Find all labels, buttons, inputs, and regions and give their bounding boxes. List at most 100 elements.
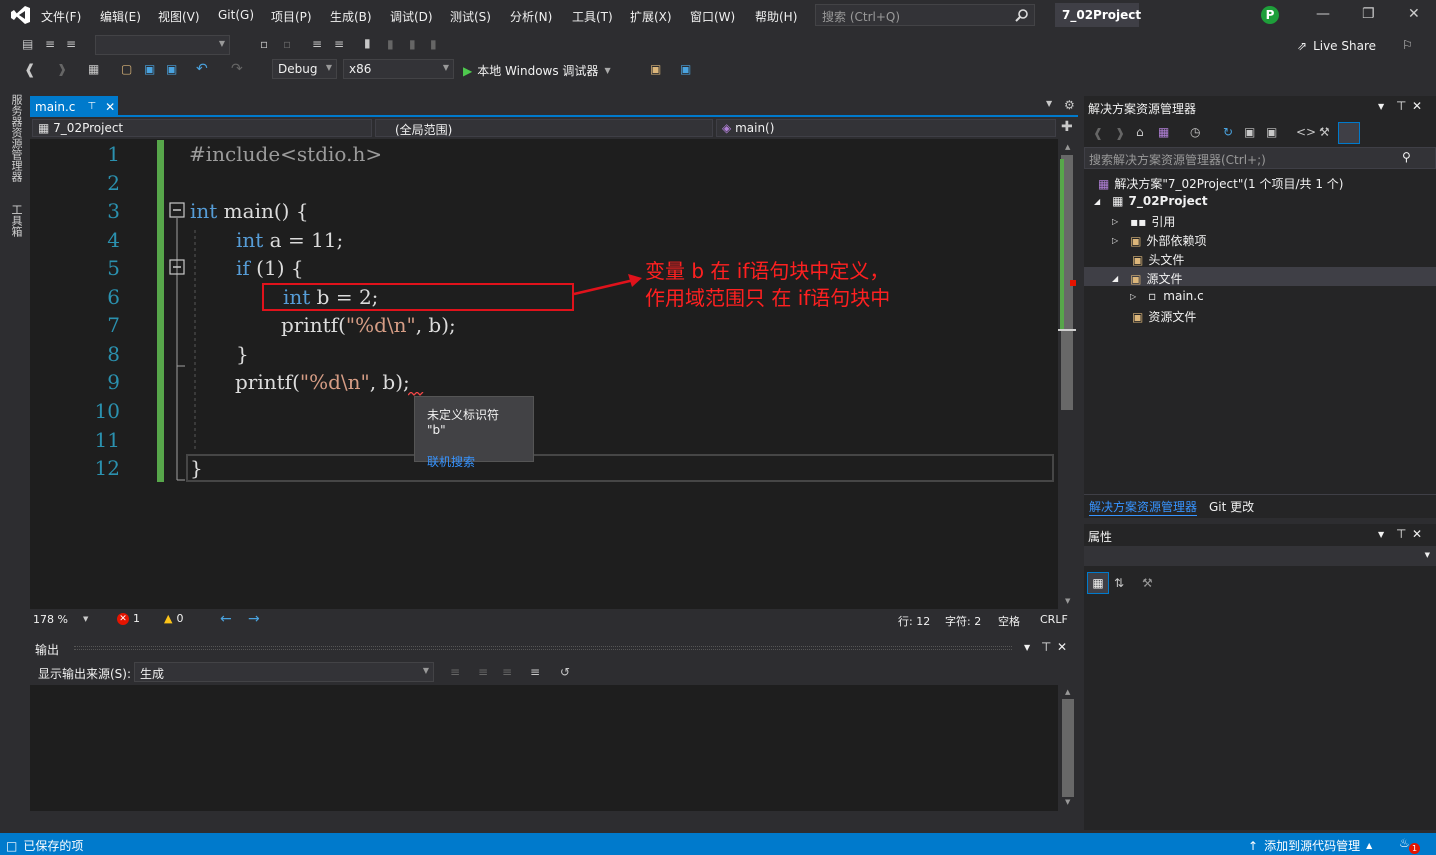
search-input[interactable]: 搜索 (Ctrl+Q) — [815, 4, 1035, 26]
menu-test[interactable]: 测试(S) — [450, 8, 491, 25]
back-icon[interactable]: ❰ — [24, 62, 36, 78]
view-code-icon[interactable]: <> — [1296, 125, 1316, 139]
format-icon[interactable]: ≡ — [45, 37, 55, 51]
previous-issue-icon[interactable]: ← — [220, 611, 232, 627]
props-close-icon[interactable]: ✕ — [1412, 527, 1422, 541]
outdent-icon[interactable]: ≡ — [312, 37, 322, 51]
indent-more-icon[interactable]: ≡ — [334, 37, 344, 51]
open-folder-icon[interactable]: ▢ — [121, 62, 132, 76]
collapse-all-icon[interactable]: ▣ — [1244, 125, 1255, 139]
menu-view[interactable]: 视图(V) — [158, 8, 200, 25]
char-position[interactable]: 字符: 2 — [945, 613, 981, 629]
clear-all-icon[interactable]: ≡ — [530, 665, 540, 679]
comment-icon[interactable]: ▫ — [260, 37, 268, 51]
configuration-select[interactable]: Debug ▼ — [272, 59, 337, 79]
line-ending[interactable]: CRLF — [1040, 613, 1068, 626]
word-wrap-icon[interactable]: ↺ — [560, 665, 570, 679]
project-nav-combo[interactable]: ▦ 7_02Project — [32, 119, 372, 137]
tree-item-external-deps[interactable]: ▷ ▣ 外部依赖项 — [1112, 232, 1207, 249]
menu-extensions[interactable]: 扩展(X) — [630, 8, 672, 25]
add-to-source-control-button[interactable]: ↑ 添加到源代码管理 ▲ — [1248, 837, 1372, 854]
restore-icon[interactable]: ❐ — [1362, 6, 1375, 22]
error-count[interactable]: ✕ 1 — [117, 612, 140, 625]
output-scroll-up-icon[interactable]: ▲ — [1065, 688, 1070, 696]
switch-views-icon[interactable]: ▦ — [1158, 125, 1169, 139]
output-scroll-thumb[interactable] — [1062, 699, 1074, 797]
tab-settings-icon[interactable]: ⚙ — [1064, 98, 1075, 112]
tab-solution-explorer[interactable]: 解决方案资源管理器 — [1089, 498, 1198, 516]
account-avatar[interactable]: P — [1261, 6, 1279, 24]
se-menu-icon[interactable]: ▼ — [1378, 102, 1384, 111]
toolbox-tab[interactable]: 工具箱 — [8, 204, 24, 237]
function-nav-combo[interactable]: ◈ main() — [716, 119, 1056, 137]
bookmark-next-icon[interactable]: ▮ — [409, 37, 416, 51]
props-object-select[interactable]: ▼ — [1084, 546, 1436, 566]
find-message-icon[interactable]: ≡ — [450, 665, 460, 679]
pin-icon[interactable]: ⊤ — [87, 101, 96, 112]
bookmark-prev-icon[interactable]: ▮ — [387, 37, 394, 51]
zoom-dropdown-icon[interactable]: ▼ — [83, 615, 88, 623]
close-icon[interactable]: ✕ — [1408, 6, 1420, 22]
categorized-icon[interactable]: ▦ — [1087, 572, 1109, 594]
split-add-icon[interactable]: ✚ — [1061, 119, 1073, 135]
tab-main-c[interactable]: main.c ⊤ ✕ — [30, 96, 118, 117]
minimize-icon[interactable]: — — [1316, 6, 1330, 22]
next-issue-icon[interactable]: → — [248, 611, 260, 627]
sync-icon[interactable]: ↻ — [1223, 125, 1233, 139]
output-scroll-down-icon[interactable]: ▼ — [1065, 798, 1070, 806]
menu-file[interactable]: 文件(F) — [41, 8, 81, 25]
bookmark-icon[interactable]: ▮ — [364, 36, 371, 50]
search-icon[interactable] — [1015, 8, 1029, 22]
output-close-icon[interactable]: ✕ — [1057, 640, 1067, 654]
scroll-down-icon[interactable]: ▼ — [1065, 597, 1070, 605]
output-menu-icon[interactable]: ▼ — [1024, 643, 1030, 652]
scroll-up-icon[interactable]: ▲ — [1065, 143, 1070, 151]
server-explorer-tab[interactable]: 服务器资源管理器 — [8, 94, 24, 182]
new-project-icon[interactable]: ▦ — [88, 62, 99, 76]
save-all-icon[interactable]: ▣ — [166, 62, 177, 76]
home-icon[interactable]: ⌂ — [1136, 125, 1144, 139]
run-debugger-button[interactable]: ▶ 本地 Windows 调试器 ▼ — [463, 62, 611, 79]
se-close-icon[interactable]: ✕ — [1412, 99, 1422, 113]
alphabetical-icon[interactable]: ⇅ — [1114, 576, 1124, 590]
menu-project[interactable]: 项目(P) — [271, 8, 312, 25]
menu-edit[interactable]: 编辑(E) — [100, 8, 141, 25]
tree-item-resource-files[interactable]: ▣ 资源文件 — [1132, 308, 1196, 325]
menu-tools[interactable]: 工具(T) — [572, 8, 613, 25]
tree-item-header-files[interactable]: ▣ 头文件 — [1132, 251, 1184, 268]
tree-item-source-files[interactable]: ◢ ▣ 源文件 — [1112, 270, 1183, 287]
redo-icon[interactable]: ↷ — [231, 61, 243, 77]
menu-build[interactable]: 生成(B) — [330, 8, 372, 25]
pending-changes-icon[interactable]: ◷ — [1190, 125, 1200, 139]
feedback-icon[interactable]: ⚐ — [1402, 38, 1413, 52]
tree-item-main-c[interactable]: ▷ ▫ main.c — [1130, 289, 1204, 303]
tree-item-references[interactable]: ▷ ▪▪ 引用 — [1112, 213, 1175, 230]
whitespace-mode[interactable]: 空格 — [998, 613, 1020, 629]
close-tab-icon[interactable]: ✕ — [105, 100, 115, 114]
editor-scrollbar[interactable]: ▲ ▼ — [1058, 139, 1078, 609]
line-position[interactable]: 行: 12 — [898, 613, 930, 629]
screenshot-icon[interactable]: ▣ — [680, 62, 691, 76]
toolbar-combo[interactable]: ▼ — [95, 35, 230, 55]
tab-dropdown-icon[interactable]: ▼ — [1046, 99, 1052, 108]
se-pin-icon[interactable]: ⊤ — [1396, 99, 1406, 113]
output-text-area[interactable] — [30, 685, 1058, 811]
online-search-link[interactable]: 联机搜索 — [427, 453, 521, 470]
forward-icon[interactable]: ❱ — [57, 62, 67, 76]
output-source-select[interactable]: 生成 ▼ — [134, 662, 434, 682]
menu-help[interactable]: 帮助(H) — [755, 8, 797, 25]
next-message-icon[interactable]: ≡ — [502, 665, 512, 679]
menu-analyze[interactable]: 分析(N) — [510, 8, 552, 25]
tab-git-changes[interactable]: Git 更改 — [1209, 498, 1254, 515]
menu-window[interactable]: 窗口(W) — [690, 8, 735, 25]
zoom-level[interactable]: 178 % — [33, 613, 68, 626]
platform-select[interactable]: x86 ▼ — [343, 59, 454, 79]
live-share-button[interactable]: ⇗ Live Share — [1297, 39, 1376, 53]
bookmark-clear-icon[interactable]: ▮ — [430, 37, 437, 51]
undo-icon[interactable]: ↶ — [196, 61, 208, 77]
output-pin-icon[interactable]: ⊤ — [1041, 640, 1051, 654]
preview-selected-icon[interactable] — [1338, 122, 1360, 144]
output-scrollbar[interactable]: ▲ ▼ — [1058, 685, 1078, 811]
save-icon[interactable]: ▣ — [144, 62, 155, 76]
prev-message-icon[interactable]: ≡ — [478, 665, 488, 679]
